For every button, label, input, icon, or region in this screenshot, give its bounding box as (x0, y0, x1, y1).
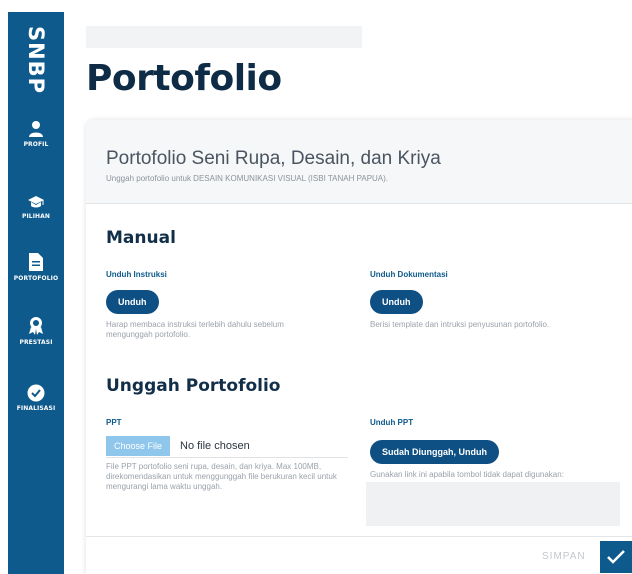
portfolio-card: Portofolio Seni Rupa, Desain, dan Kriya … (86, 120, 632, 574)
nav-label-pilihan: PILIHAN (21, 213, 51, 220)
save-label[interactable]: SIMPAN (542, 551, 586, 562)
download-ppt-help: Gunakan link ini apabila tombol tidak da… (370, 470, 564, 479)
nav-label-profil: PROFIL (23, 141, 49, 148)
ppt-help: File PPT portofolio seni rupa, desain, d… (106, 462, 337, 491)
nav-item-pilihan[interactable]: PILIHAN (8, 194, 64, 220)
unduh-instruksi-button[interactable]: Unduh (106, 290, 159, 314)
card-subtitle: Unggah portofolio untuk DESAIN KOMUNIKAS… (106, 174, 389, 183)
award-icon (29, 317, 43, 335)
nav-label-finalisasi: FINALISASI (16, 405, 56, 412)
unduh-instruksi-help: Harap membaca instruksi terlebih dahulu … (106, 320, 284, 339)
breadcrumb (86, 26, 362, 48)
graduation-cap-icon (28, 196, 44, 208)
document-icon (29, 253, 43, 271)
check-icon (607, 550, 625, 564)
upload-section-title: Unggah Portofolio (106, 376, 281, 396)
save-button[interactable] (600, 541, 632, 573)
check-circle-icon (27, 384, 45, 402)
nav-item-profil[interactable]: PROFIL (8, 120, 64, 148)
card-header: Portofolio Seni Rupa, Desain, dan Kriya … (86, 120, 632, 204)
card-footer: SIMPAN (86, 536, 632, 574)
brand-logo[interactable]: SNBP (20, 20, 52, 100)
brand-text: SNBP (24, 25, 48, 95)
nav-label-portofolio: PORTOFOLIO (13, 275, 59, 282)
download-ppt-button[interactable]: Sudah Diunggah, Unduh (370, 440, 499, 464)
page-title: Portofolio (86, 58, 282, 99)
sidebar: SNBP PROFIL PILIHAN PORTOFOLIO PRESTASI … (8, 12, 64, 574)
download-link-box[interactable] (366, 482, 620, 526)
choose-file-button[interactable]: Choose File (106, 436, 171, 456)
ppt-label: PPT (106, 418, 122, 427)
unduh-dokumentasi-label: Unduh Dokumentasi (370, 270, 448, 279)
unduh-dokumentasi-button[interactable]: Unduh (370, 290, 423, 314)
unduh-instruksi-label: Unduh Instruksi (106, 270, 167, 279)
nav-item-portofolio[interactable]: PORTOFOLIO (8, 252, 64, 282)
nav-item-prestasi[interactable]: PRESTASI (8, 316, 64, 346)
nav-item-finalisasi[interactable]: FINALISASI (8, 384, 64, 412)
file-status: No file chosen (180, 440, 250, 452)
unduh-dokumentasi-help: Berisi template dan intruksi penyusunan … (370, 320, 550, 329)
unduh-ppt-label: Unduh PPT (370, 418, 414, 427)
nav-label-prestasi: PRESTASI (19, 339, 53, 346)
card-title: Portofolio Seni Rupa, Desain, dan Kriya (106, 148, 441, 169)
ppt-file-input[interactable]: Choose File No file chosen (106, 436, 348, 458)
manual-section-title: Manual (106, 228, 176, 248)
user-icon (29, 121, 43, 137)
